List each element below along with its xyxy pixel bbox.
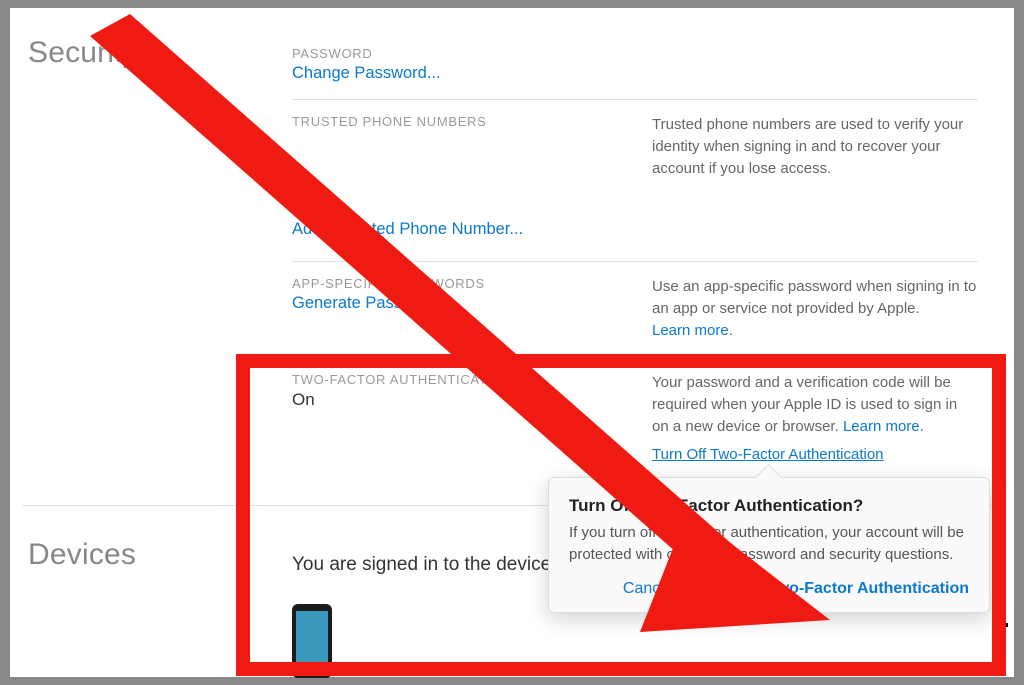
generate-password-link[interactable]: Generate Password... (292, 294, 622, 313)
popover-body: If you turn off two-factor authenticatio… (569, 522, 969, 566)
decorative-mark (998, 623, 1008, 627)
turn-off-2fa-popover: Turn Off Two-Factor Authentication? If y… (548, 477, 990, 613)
two-factor-learn-more-link[interactable]: Learn more. (843, 418, 924, 435)
label-password: PASSWORD (292, 46, 622, 61)
label-two-factor: TWO-FACTOR AUTHENTICATION (292, 372, 622, 387)
row-app-specific-passwords: APP-SPECIFIC PASSWORDS Generate Password… (292, 262, 978, 358)
section-title-security: Security (22, 32, 292, 505)
popover-divider: | (687, 580, 691, 597)
security-rows: PASSWORD Change Password... TRUSTED PHON… (292, 32, 978, 505)
security-section: Security PASSWORD Change Password... TRU… (10, 8, 1014, 505)
row-trusted-numbers: TRUSTED PHONE NUMBERS Add a Trusted Phon… (292, 100, 978, 262)
two-factor-status: On (292, 390, 622, 410)
label-app-specific: APP-SPECIFIC PASSWORDS (292, 276, 622, 291)
trusted-numbers-help: Trusted phone numbers are used to verify… (652, 116, 963, 177)
popover-confirm-button[interactable]: Turn Off Two-Factor Authentication (702, 580, 969, 597)
app-specific-help: Use an app-specific password when signin… (652, 278, 976, 317)
turn-off-2fa-link[interactable]: Turn Off Two-Factor Authentication (652, 446, 884, 463)
change-password-link[interactable]: Change Password... (292, 64, 622, 83)
row-password: PASSWORD Change Password... (292, 32, 978, 100)
app-specific-learn-more-link[interactable]: Learn more. (652, 322, 733, 339)
section-title-devices: Devices (22, 534, 292, 683)
phone-icon (292, 604, 332, 678)
popover-title: Turn Off Two-Factor Authentication? (569, 496, 969, 516)
popover-actions: Cancel | Turn Off Two-Factor Authenticat… (569, 580, 969, 598)
device-thumbnail[interactable] (292, 604, 332, 678)
label-trusted-numbers: TRUSTED PHONE NUMBERS (292, 114, 622, 129)
add-trusted-number-link[interactable]: Add a Trusted Phone Number... (292, 220, 622, 239)
popover-cancel-button[interactable]: Cancel (623, 580, 673, 597)
